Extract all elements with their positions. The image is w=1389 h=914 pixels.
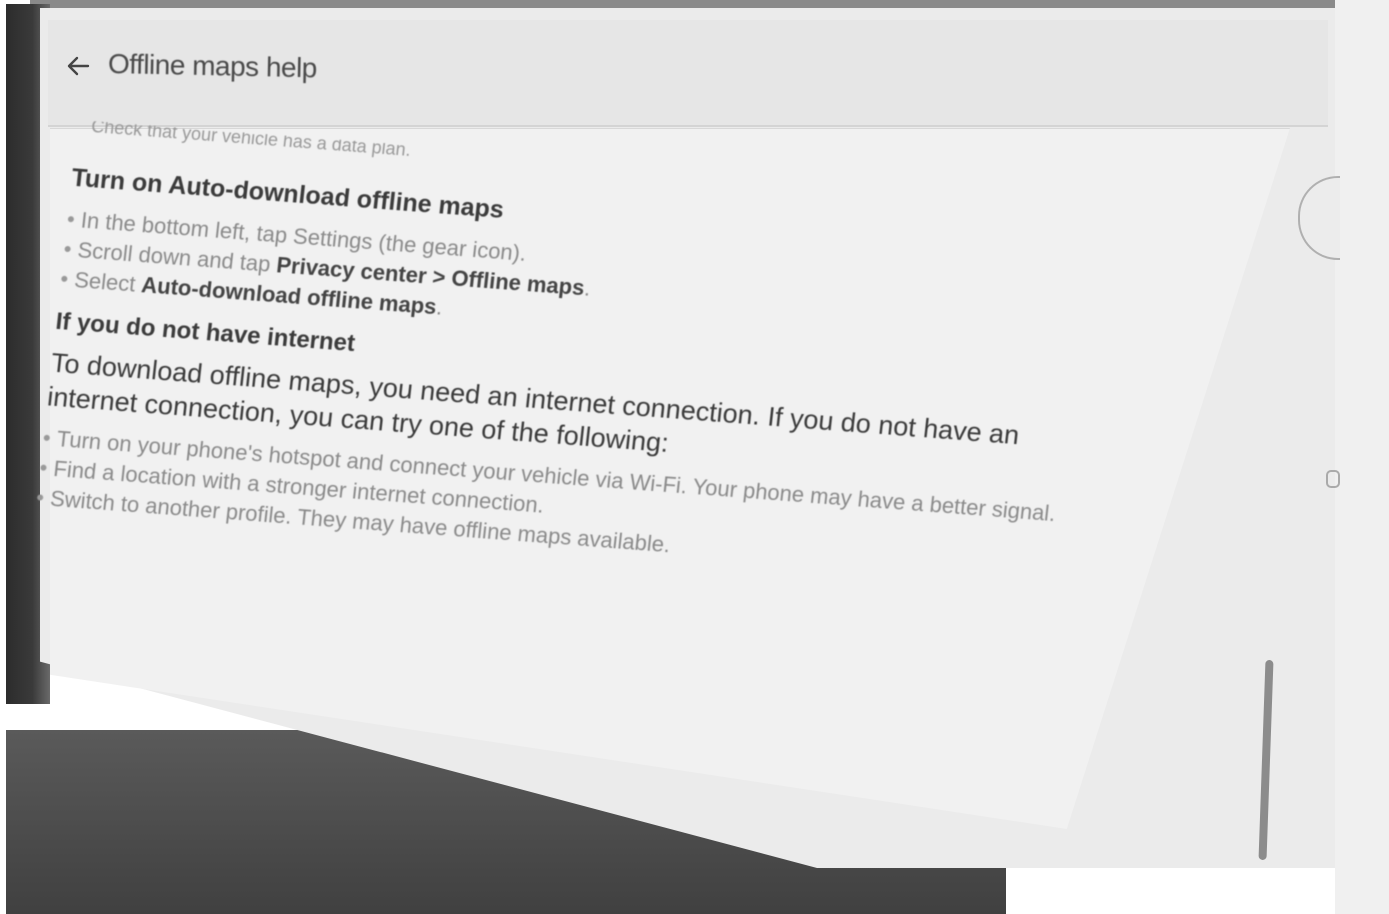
photo-frame: Offline maps help Check that your vehicl… [0, 0, 1389, 914]
background-right [1335, 0, 1389, 914]
help-article: Check that your vehicle has a data plan.… [35, 120, 1175, 595]
indicator-dot [1326, 470, 1340, 488]
arrow-left-icon[interactable] [64, 52, 92, 80]
page-title: Offline maps help [107, 48, 318, 84]
